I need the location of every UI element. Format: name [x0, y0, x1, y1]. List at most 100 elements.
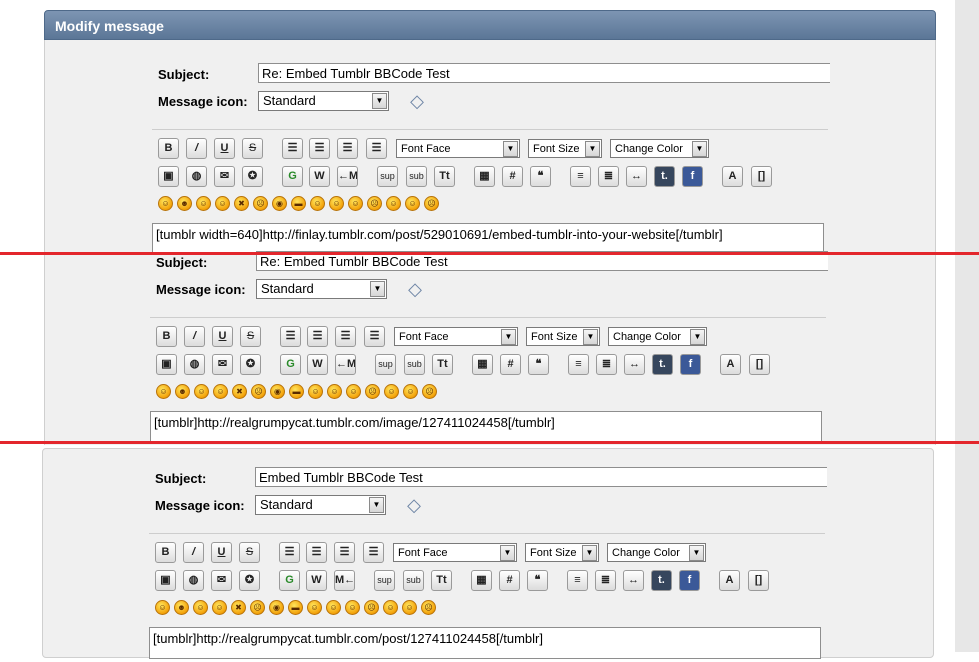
numbered-list-button[interactable]: ≣ [596, 354, 617, 375]
image-button[interactable]: ▣ [156, 354, 177, 375]
smiley-icon[interactable]: ▬ [288, 600, 303, 615]
horizontal-rule-button[interactable]: ↔ [624, 354, 645, 375]
strikethrough-button[interactable]: S [239, 542, 260, 563]
bullet-list-button[interactable]: ≡ [567, 570, 588, 591]
wikipedia-button[interactable]: W [309, 166, 330, 187]
superscript-button[interactable]: sup [374, 570, 395, 591]
bold-button[interactable]: B [156, 326, 177, 347]
align-left-button[interactable]: ☰ [280, 326, 301, 347]
m-link-button[interactable]: ←M [337, 166, 358, 187]
smiley-icon[interactable]: ☺ [194, 384, 209, 399]
bullet-list-button[interactable]: ≡ [570, 166, 591, 187]
table-button[interactable]: ▦ [474, 166, 495, 187]
message-icon-select[interactable]: Standard ▼ [255, 495, 386, 515]
remove-format-button[interactable]: [] [751, 166, 772, 187]
smiley-icon[interactable]: ☺ [346, 384, 361, 399]
align-left-button[interactable]: ☰ [279, 542, 300, 563]
justify-button[interactable]: ☰ [306, 542, 327, 563]
smiley-icon[interactable]: ◉ [272, 196, 287, 211]
tumblr-button[interactable]: t. [654, 166, 675, 187]
message-icon-select[interactable]: Standard ▼ [258, 91, 389, 111]
smiley-icon[interactable]: ☺ [326, 600, 341, 615]
horizontal-rule-button[interactable]: ↔ [623, 570, 644, 591]
smiley-icon[interactable]: ☺ [212, 600, 227, 615]
table-button[interactable]: ▦ [472, 354, 493, 375]
smiley-icon[interactable]: ☺ [327, 384, 342, 399]
globe-link-button[interactable]: ◍ [184, 354, 205, 375]
google-button[interactable]: G [280, 354, 301, 375]
align-center-button[interactable]: ☰ [337, 138, 358, 159]
smiley-icon[interactable]: ☹ [421, 600, 436, 615]
tumblr-button[interactable]: t. [652, 354, 673, 375]
flash-button[interactable]: ✪ [239, 570, 260, 591]
align-left-button[interactable]: ☰ [282, 138, 303, 159]
smiley-icon[interactable]: ☺ [345, 600, 360, 615]
globe-link-button[interactable]: ◍ [186, 166, 207, 187]
underline-button[interactable]: U [211, 542, 232, 563]
subject-input[interactable]: Re: Embed Tumblr BBCode Test [258, 63, 830, 83]
subscript-button[interactable]: sub [404, 354, 425, 375]
smiley-icon[interactable]: ☺ [155, 600, 170, 615]
italic-button[interactable]: / [183, 542, 204, 563]
numbered-list-button[interactable]: ≣ [598, 166, 619, 187]
smiley-icon[interactable]: ✖ [234, 196, 249, 211]
font-face-select[interactable]: Font Face ▼ [393, 543, 517, 562]
message-body-textarea[interactable]: [tumblr]http://realgrumpycat.tumblr.com/… [149, 627, 821, 659]
smiley-icon[interactable]: ☺ [403, 384, 418, 399]
italic-button[interactable]: / [184, 326, 205, 347]
smiley-icon[interactable]: ☹ [251, 384, 266, 399]
m-link-button[interactable]: M← [334, 570, 355, 591]
align-right-button[interactable]: ☰ [363, 542, 384, 563]
teletype-button[interactable]: Tt [431, 570, 452, 591]
quote-button[interactable]: ❝ [528, 354, 549, 375]
tumblr-button[interactable]: t. [651, 570, 672, 591]
image-button[interactable]: ▣ [155, 570, 176, 591]
smiley-icon[interactable]: ◉ [270, 384, 285, 399]
smiley-icon[interactable]: ☺ [193, 600, 208, 615]
smiley-icon[interactable]: ▬ [291, 196, 306, 211]
smiley-icon[interactable]: ☹ [422, 384, 437, 399]
facebook-button[interactable]: f [682, 166, 703, 187]
smiley-icon[interactable]: ☺ [308, 384, 323, 399]
numbered-list-button[interactable]: ≣ [595, 570, 616, 591]
smiley-icon[interactable]: ☺ [215, 196, 230, 211]
change-color-select[interactable]: Change Color ▼ [607, 543, 706, 562]
smiley-icon[interactable]: ☺ [384, 384, 399, 399]
superscript-button[interactable]: sup [375, 354, 396, 375]
flash-button[interactable]: ✪ [242, 166, 263, 187]
strikethrough-button[interactable]: S [240, 326, 261, 347]
change-color-select[interactable]: Change Color ▼ [608, 327, 707, 346]
font-style-button[interactable]: A [719, 570, 740, 591]
smiley-icon[interactable]: ☹ [253, 196, 268, 211]
smiley-icon[interactable]: ☹ [364, 600, 379, 615]
bold-button[interactable]: B [155, 542, 176, 563]
smiley-icon[interactable]: ✖ [232, 384, 247, 399]
quote-button[interactable]: ❝ [527, 570, 548, 591]
globe-link-button[interactable]: ◍ [183, 570, 204, 591]
smiley-icon[interactable]: ☺ [310, 196, 325, 211]
align-center-button[interactable]: ☰ [335, 326, 356, 347]
align-right-button[interactable]: ☰ [364, 326, 385, 347]
google-button[interactable]: G [279, 570, 300, 591]
smiley-icon[interactable]: ☻ [177, 196, 192, 211]
subscript-button[interactable]: sub [403, 570, 424, 591]
email-button[interactable]: ✉ [211, 570, 232, 591]
remove-format-button[interactable]: [] [749, 354, 770, 375]
flash-button[interactable]: ✪ [240, 354, 261, 375]
smiley-icon[interactable]: ✖ [231, 600, 246, 615]
justify-button[interactable]: ☰ [309, 138, 330, 159]
wikipedia-button[interactable]: W [306, 570, 327, 591]
teletype-button[interactable]: Tt [432, 354, 453, 375]
underline-button[interactable]: U [212, 326, 233, 347]
smiley-icon[interactable]: ☺ [383, 600, 398, 615]
hash-code-button[interactable]: # [500, 354, 521, 375]
smiley-icon[interactable]: ☻ [175, 384, 190, 399]
smiley-icon[interactable]: ☹ [250, 600, 265, 615]
smiley-icon[interactable]: ☺ [386, 196, 401, 211]
google-button[interactable]: G [282, 166, 303, 187]
teletype-button[interactable]: Tt [434, 166, 455, 187]
image-button[interactable]: ▣ [158, 166, 179, 187]
font-face-select[interactable]: Font Face ▼ [396, 139, 520, 158]
subject-input[interactable]: Embed Tumblr BBCode Test [255, 467, 827, 487]
hash-code-button[interactable]: # [499, 570, 520, 591]
